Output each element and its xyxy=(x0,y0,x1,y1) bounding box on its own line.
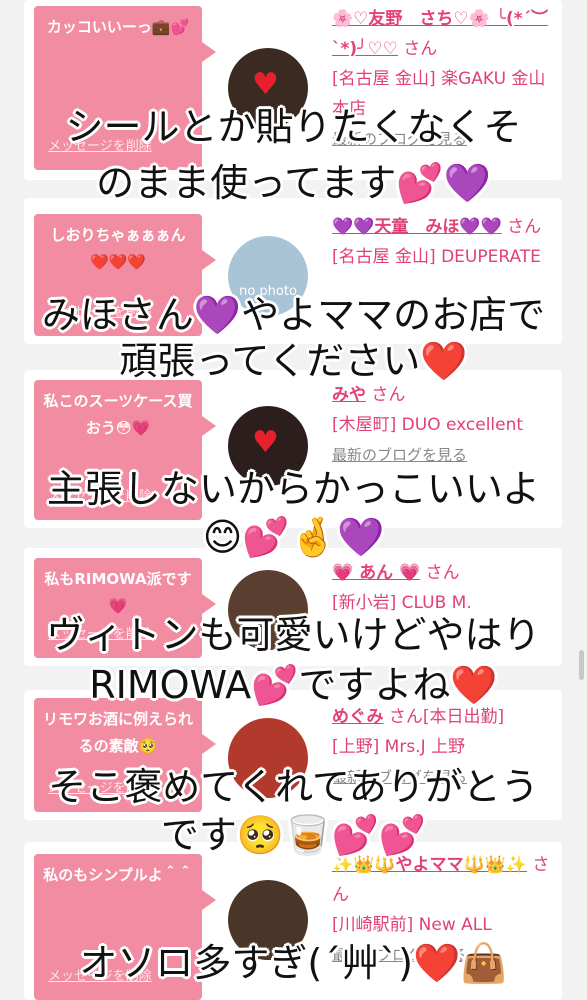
overlay-caption: シールとか貼りたくなくそ xyxy=(65,105,522,149)
message-text: リモワお酒に例えられるの素敵🥺 xyxy=(42,710,193,755)
overlay-caption: オソロ多すぎ(´艸`)❤️👜 xyxy=(79,941,508,985)
user-info: 💜💜天童 みほ💜💜 さん [名古屋 金山] DEUPERATE xyxy=(332,212,552,272)
user-name-link[interactable]: 💗 あん 💗 xyxy=(332,563,420,583)
overlay-caption: です🥺🥃💕💕 xyxy=(160,813,427,857)
shop-link[interactable]: [上野] Mrs.J 上野 xyxy=(332,732,552,762)
scrollbar-thumb[interactable] xyxy=(579,650,584,680)
overlay-caption: そこ褒めてくれてありがとう xyxy=(48,765,539,809)
overlay-caption: みほさん💜やよママのお店で xyxy=(41,293,546,337)
message-text: カッコいいーっ💼💕 xyxy=(46,18,190,36)
overlay-caption: ヴィトンも可愛いけどやはり xyxy=(46,613,541,657)
user-name-link[interactable]: ✨👑🔱やよママ🔱👑✨ xyxy=(332,855,527,875)
honorific: さん xyxy=(403,39,438,59)
shop-link[interactable]: [川崎駅前] New ALL xyxy=(332,910,552,940)
scrollbar[interactable] xyxy=(579,0,585,1000)
honorific: さん xyxy=(371,385,406,405)
overlay-caption: 頑張ってください❤️ xyxy=(119,339,468,383)
overlay-caption: 主張しないからかっこいいよ xyxy=(46,467,541,511)
shop-link[interactable]: [名古屋 金山] DEUPERATE xyxy=(332,242,552,272)
overlay-caption: 😊💕🤞💜 xyxy=(202,515,385,559)
user-name-link[interactable]: めぐみ xyxy=(332,707,384,727)
heart-sticker-icon: ♥ xyxy=(252,67,279,102)
honorific: さん[本日出勤] xyxy=(388,707,505,727)
user-info: 💗 あん 💗 さん [新小岩] CLUB M. xyxy=(332,558,552,618)
comment-card: カッコいいーっ💼💕 メッセージを削除 ♥ 🌸♡友野 さち♡🌸 ╰(*´︶`*)╯… xyxy=(24,0,562,180)
user-name-link[interactable]: 💜💜天童 みほ💜💜 xyxy=(332,217,502,237)
shop-link[interactable]: [木屋町] DUO excellent xyxy=(332,410,552,440)
honorific: さん xyxy=(507,217,542,237)
message-text: しおりちゃぁぁぁん❤️❤️❤️ xyxy=(50,226,186,271)
user-name-link[interactable]: みや xyxy=(332,385,366,405)
message-text: 私のもシンプルよ＾＾ xyxy=(43,866,193,884)
message-text: 私このスーツケース買おう😳💗 xyxy=(43,392,193,437)
user-info: みや さん [木屋町] DUO excellent 最新のブログを見る xyxy=(332,380,552,470)
honorific: さん xyxy=(425,563,460,583)
user-name-link[interactable]: 🌸♡友野 さち♡🌸 ╰(*´︶`*)╯♡♡ xyxy=(332,9,548,59)
overlay-caption: のまま使ってます💕💜 xyxy=(96,161,491,205)
heart-sticker-icon: ♥ xyxy=(252,425,279,460)
overlay-caption: RIMOWA💕ですよね❤️ xyxy=(89,663,498,707)
